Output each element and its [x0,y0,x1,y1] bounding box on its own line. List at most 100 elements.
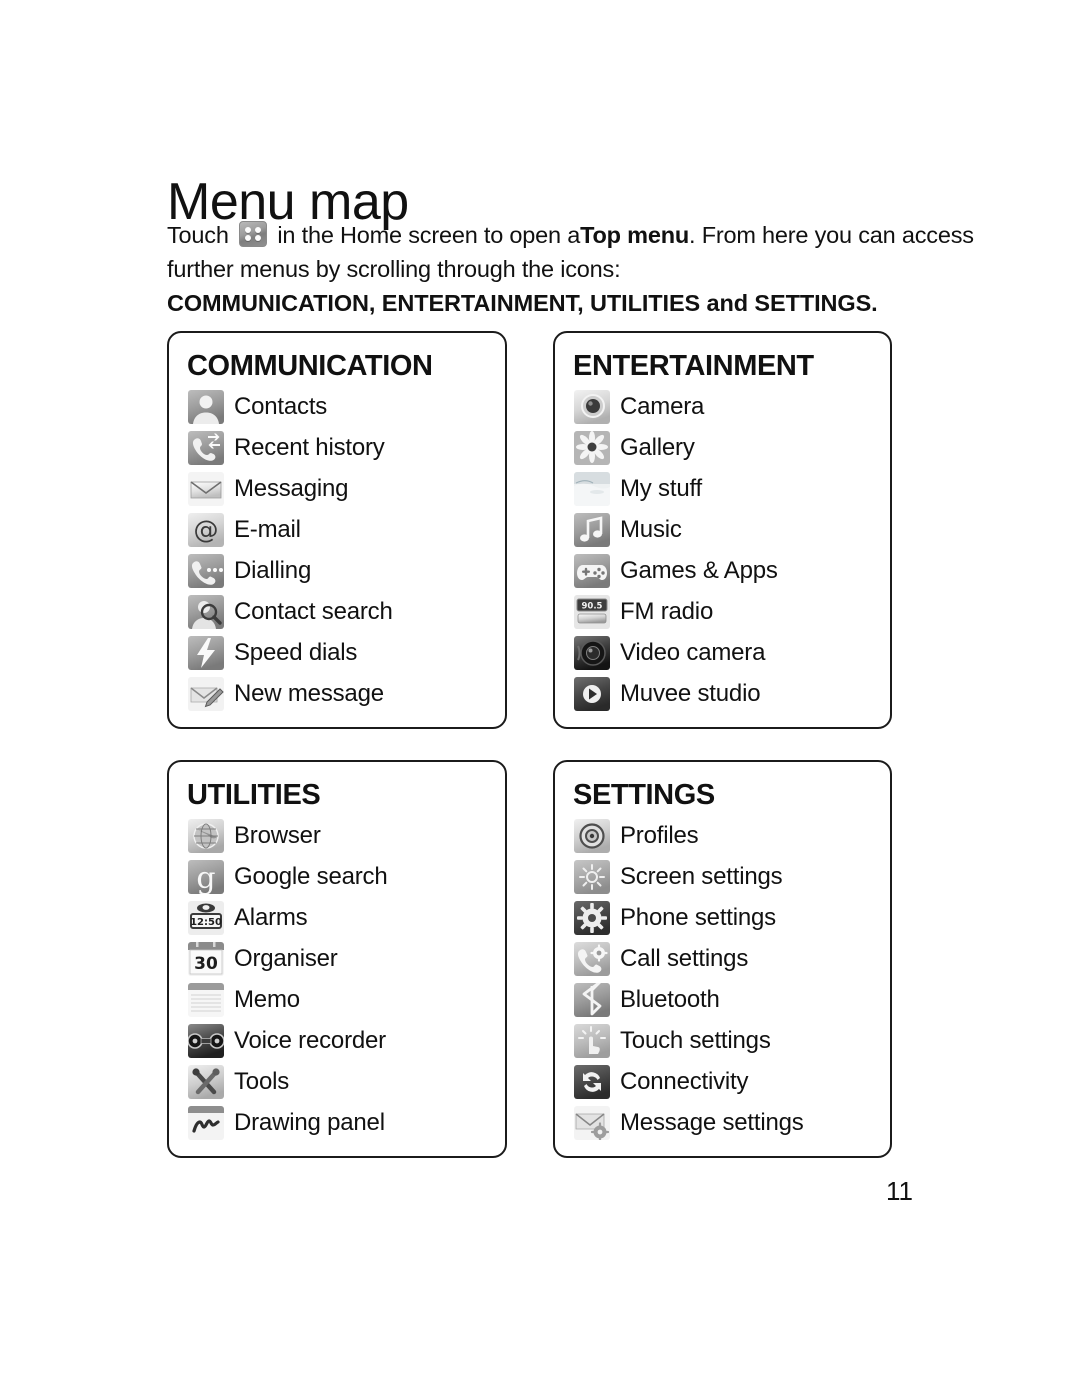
alarm-clock-icon: 12:50 [188,901,224,936]
menu-item-music[interactable]: Music [555,510,890,551]
touch-settings-icon [574,1024,610,1059]
panel-title-utilities: UTILITIES [187,779,321,811]
intro-line-3: COMMUNICATION, ENTERTAINMENT, UTILITIES … [167,290,878,316]
profiles-speaker-icon [574,819,610,854]
menu-item-label: Screen settings [620,863,783,891]
menu-item-label: Connectivity [620,1068,749,1096]
panel-title-settings: SETTINGS [573,779,715,811]
panel-title-entertainment: ENTERTAINMENT [573,350,814,382]
svg-text:90.5: 90.5 [582,602,603,612]
menu-item-call-settings[interactable]: Call settings [555,939,890,980]
drawing-panel-icon [188,1106,224,1141]
menu-item-e-mail[interactable]: @ E-mail [169,510,505,551]
menu-item-muvee-studio[interactable]: Muvee studio [555,674,890,715]
menu-item-screen-settings[interactable]: Screen settings [555,857,890,898]
organiser-calendar-icon: 30 [188,942,224,977]
panel-settings: SETTINGS Profiles Screen settings Phone se… [553,760,892,1158]
menu-item-gallery[interactable]: Gallery [555,428,890,469]
recent-history-icon [188,431,224,466]
menu-item-message-settings[interactable]: Message settings [555,1103,890,1144]
gallery-flower-icon [574,431,610,466]
page-number: 11 [886,1176,913,1206]
menu-item-recent-history[interactable]: Recent history [169,428,505,469]
menu-item-video-camera[interactable]: Video camera [555,633,890,674]
menu-item-bluetooth[interactable]: Bluetooth [555,980,890,1021]
menu-item-voice-recorder[interactable]: Voice recorder [169,1021,505,1062]
menu-item-label: Organiser [234,945,338,973]
svg-text:@: @ [194,515,219,544]
menu-list-entertainment: Camera Gallery My stuff Music Games & Apps 90… [555,387,890,715]
menu-item-label: Video camera [620,639,766,667]
menu-item-label: Speed dials [234,639,358,667]
menu-list-communication: Contacts Recent history Messaging @ E-mail Di… [169,387,505,715]
new-message-pen-icon [188,677,224,712]
menu-item-label: Alarms [234,904,308,932]
menu-item-label: Camera [620,393,705,421]
menu-item-messaging[interactable]: Messaging [169,469,505,510]
menu-item-dialling[interactable]: Dialling [169,551,505,592]
menu-item-alarms[interactable]: 12:50 Alarms [169,898,505,939]
browser-globe-icon [188,819,224,854]
menu-item-label: Games & Apps [620,557,778,585]
menu-item-label: Call settings [620,945,749,973]
panel-title-communication: COMMUNICATION [187,350,433,382]
tools-icon [188,1065,224,1100]
panel-communication: COMMUNICATION Contacts Recent history Mess… [167,331,507,729]
connectivity-sync-icon [574,1065,610,1100]
message-settings-icon [574,1106,610,1141]
svg-text:12:50: 12:50 [190,917,222,928]
menu-item-label: Touch settings [620,1027,771,1055]
menu-item-label: Muvee studio [620,680,761,708]
menu-item-touch-settings[interactable]: Touch settings [555,1021,890,1062]
menu-item-label: Profiles [620,822,699,850]
menu-item-connectivity[interactable]: Connectivity [555,1062,890,1103]
muvee-studio-play-icon [574,677,610,712]
menu-item-label: Memo [234,986,300,1014]
menu-item-label: Recent history [234,434,385,462]
dialling-handset-icon [188,554,224,589]
menu-item-label: Music [620,516,682,544]
menu-item-contacts[interactable]: Contacts [169,387,505,428]
menu-item-label: Contacts [234,393,328,421]
menu-item-label: Contact search [234,598,393,626]
svg-text:30: 30 [194,954,218,974]
menu-item-label: My stuff [620,475,702,503]
messaging-envelope-icon [188,472,224,507]
menu-item-camera[interactable]: Camera [555,387,890,428]
menu-item-label: Google search [234,863,388,891]
bluetooth-icon [574,983,610,1018]
menu-item-games-apps[interactable]: Games & Apps [555,551,890,592]
call-settings-icon [574,942,610,977]
camera-lens-icon [574,390,610,425]
google-search-icon: g [188,860,224,895]
email-at-icon: @ [188,513,224,548]
menu-item-organiser[interactable]: 30 Organiser [169,939,505,980]
intro-text-touch: Touch [167,222,229,248]
menu-item-memo[interactable]: Memo [169,980,505,1021]
menu-item-profiles[interactable]: Profiles [555,816,890,857]
menu-item-drawing-panel[interactable]: Drawing panel [169,1103,505,1144]
menu-item-new-message[interactable]: New message [169,674,505,715]
screen-settings-brightness-icon [574,860,610,895]
menu-item-my-stuff[interactable]: My stuff [555,469,890,510]
memo-notepad-icon [188,983,224,1018]
menu-list-utilities: Browser g Google search 12:50 Alarms 30 Organi… [169,816,505,1144]
menu-item-contact-search[interactable]: Contact search [169,592,505,633]
menu-item-label: Message settings [620,1109,804,1137]
menu-list-settings: Profiles Screen settings Phone settings Cal… [555,816,890,1144]
menu-item-label: New message [234,680,384,708]
fm-radio-icon: 90.5 [574,595,610,630]
menu-item-label: Bluetooth [620,986,720,1014]
menu-item-google-search[interactable]: g Google search [169,857,505,898]
menu-item-fm-radio[interactable]: 90.5 FM radio [555,592,890,633]
menu-map-page: Menu map Touch in the Home screen to ope… [0,0,1080,1388]
menu-item-speed-dials[interactable]: Speed dials [169,633,505,674]
menu-item-phone-settings[interactable]: Phone settings [555,898,890,939]
intro-paragraph: Touch in the Home screen to open aTop me… [167,218,974,320]
menu-item-browser[interactable]: Browser [169,816,505,857]
speed-dials-bolt-icon [188,636,224,671]
menu-item-label: Dialling [234,557,312,585]
menu-item-label: Messaging [234,475,349,503]
menu-item-tools[interactable]: Tools [169,1062,505,1103]
intro-line-2: further menus by scrolling through the i… [167,256,621,282]
